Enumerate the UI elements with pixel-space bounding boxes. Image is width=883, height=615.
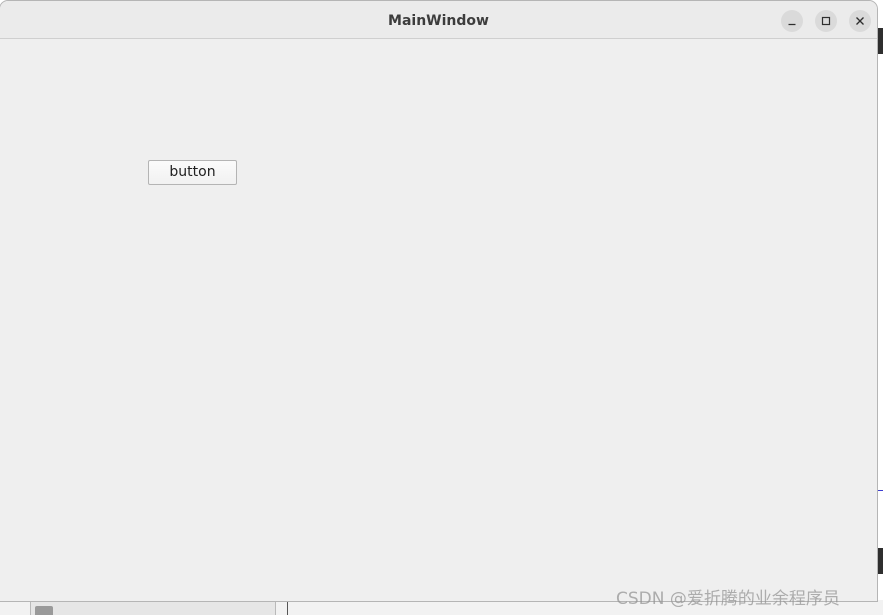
background-separator xyxy=(287,600,288,615)
close-button[interactable] xyxy=(849,10,871,32)
title-bar[interactable]: MainWindow xyxy=(0,1,877,39)
desktop: MainWindow button CSDN @爱折腾的业余程序员 xyxy=(0,0,883,615)
background-window-edge xyxy=(878,548,883,574)
background-panel xyxy=(30,600,276,615)
background-window-line xyxy=(878,490,883,491)
minimize-button[interactable] xyxy=(781,10,803,32)
main-window: MainWindow button xyxy=(0,0,878,602)
minimize-icon xyxy=(788,23,796,26)
maximize-button[interactable] xyxy=(815,10,837,32)
push-button[interactable]: button xyxy=(148,160,237,185)
maximize-icon xyxy=(821,16,831,26)
watermark-text: CSDN @爱折腾的业余程序员 xyxy=(616,589,840,609)
close-icon xyxy=(856,17,864,25)
window-title: MainWindow xyxy=(388,13,489,29)
central-widget: button xyxy=(0,39,877,601)
background-window-edge xyxy=(878,28,883,54)
background-widget-icon xyxy=(35,606,53,615)
